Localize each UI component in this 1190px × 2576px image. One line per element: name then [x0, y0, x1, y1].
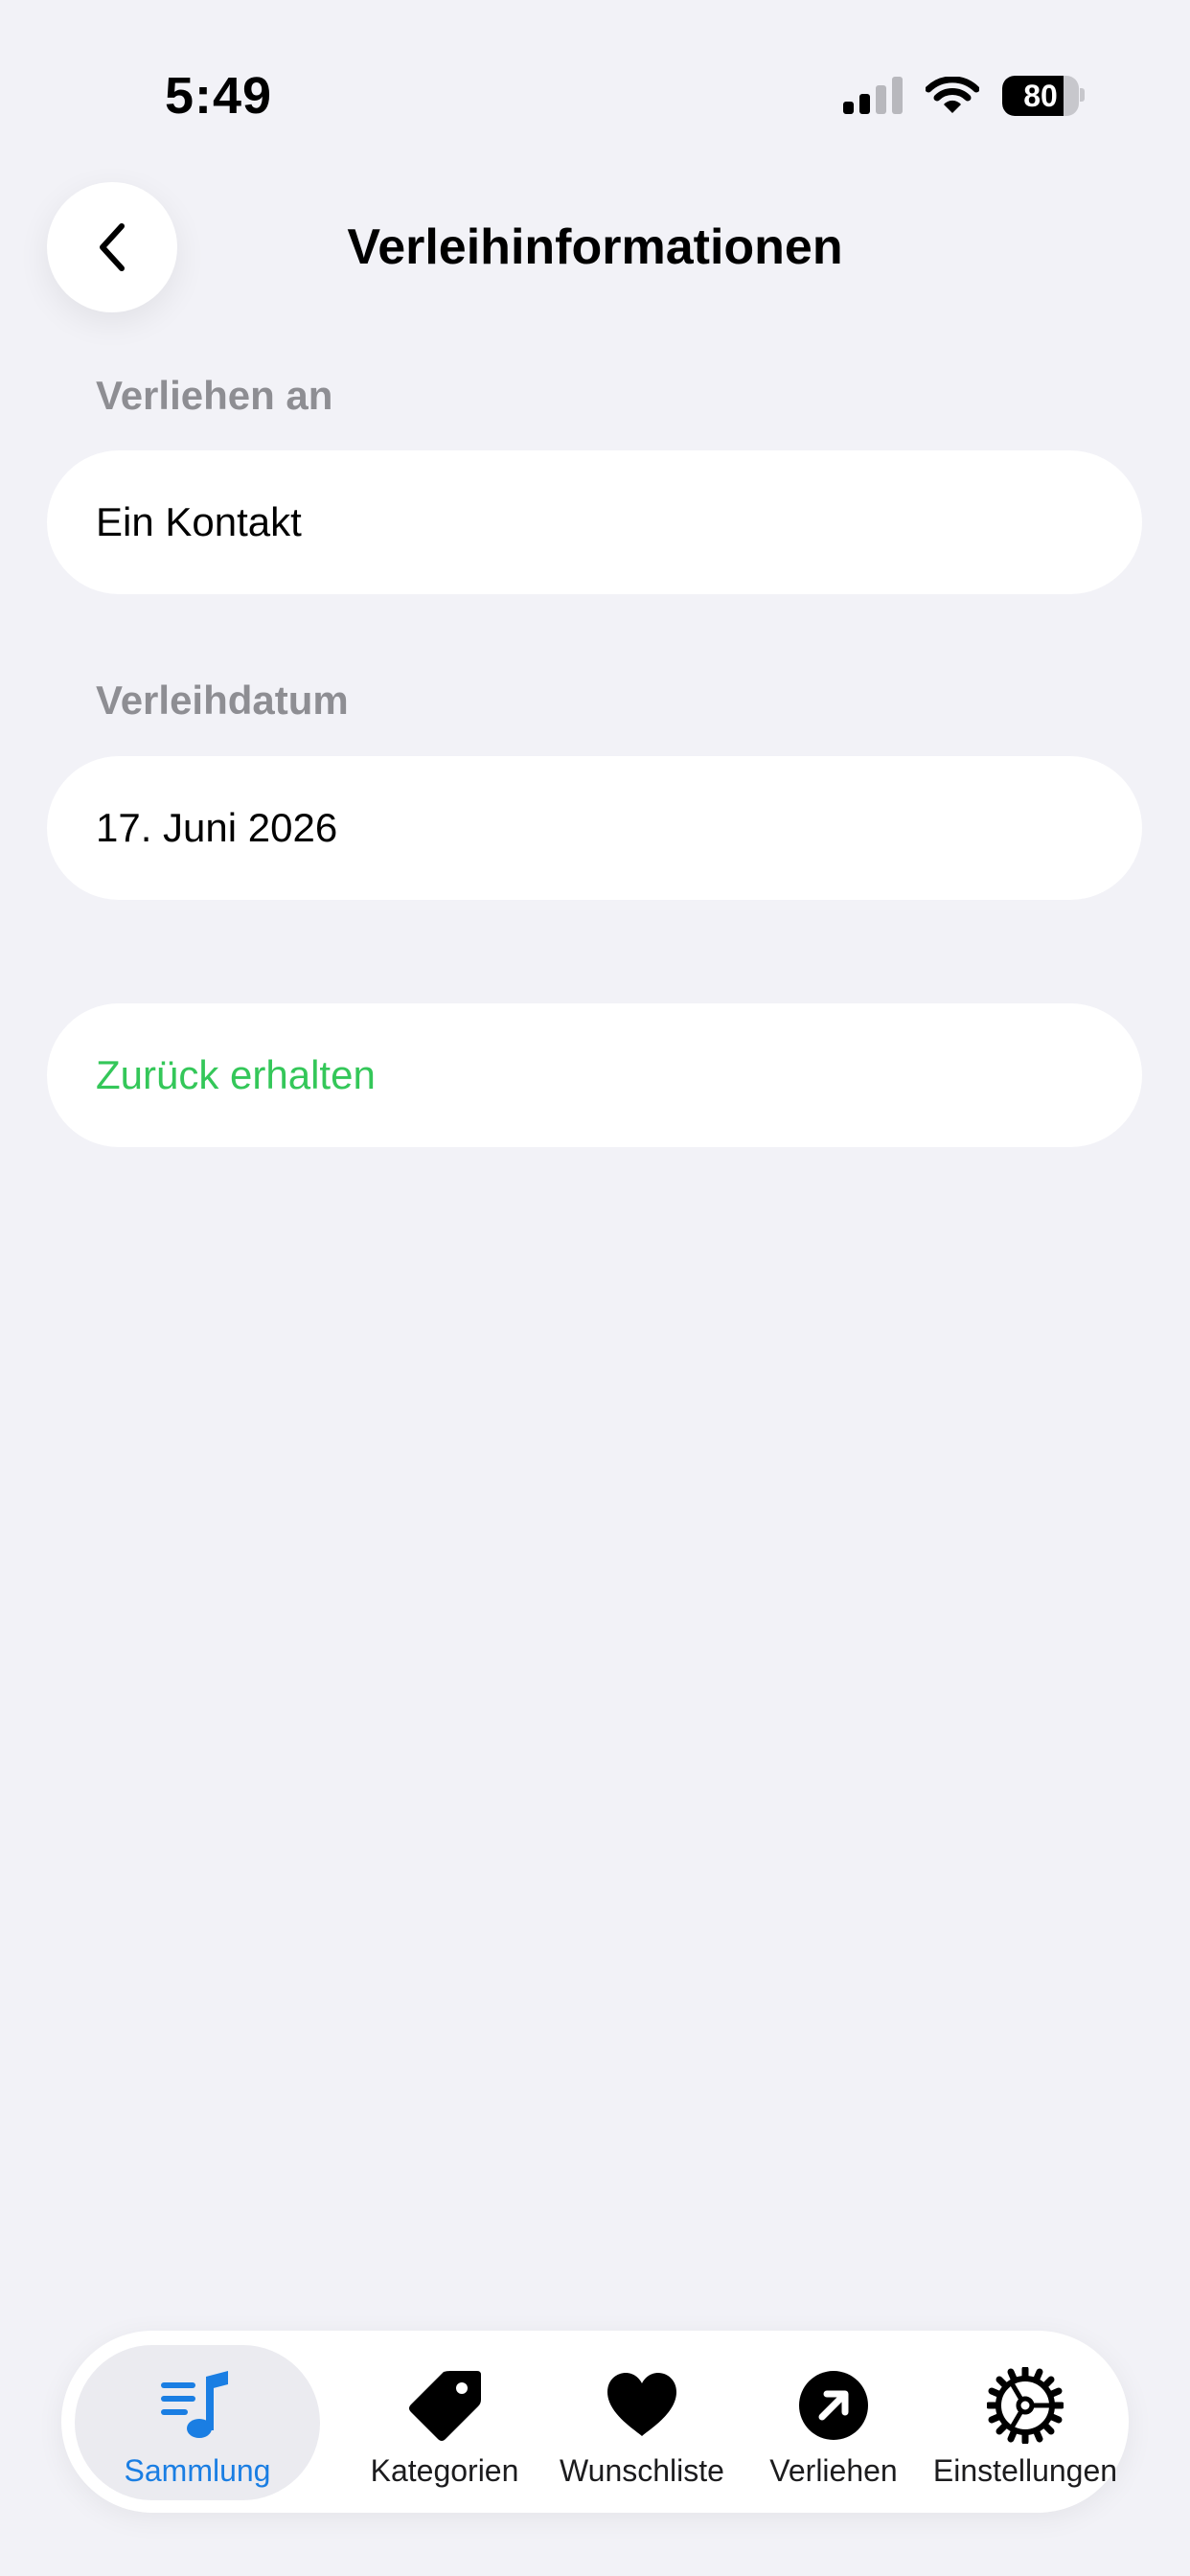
- battery-body: 80: [1002, 76, 1079, 116]
- return-button-label: Zurück erhalten: [96, 1052, 376, 1097]
- tab-sammlung[interactable]: Sammlung: [75, 2331, 320, 2513]
- tab-label: Einstellungen: [932, 2453, 1118, 2488]
- cellular-signal-icon: [843, 77, 903, 114]
- status-time: 5:49: [165, 67, 273, 125]
- gear-icon: [985, 2365, 1065, 2446]
- lend-date-label: Verleihdatum: [96, 678, 349, 723]
- battery-icon: 80: [1002, 75, 1085, 117]
- wifi-icon: [926, 77, 979, 113]
- page-title: Verleihinformationen: [347, 219, 843, 275]
- arrow-up-right-circle-icon: [793, 2365, 874, 2446]
- lent-to-field[interactable]: Ein Kontakt: [47, 450, 1142, 594]
- tab-label: Wunschliste: [560, 2453, 724, 2488]
- status-icons: 80: [843, 73, 1085, 119]
- music-list-icon: [157, 2365, 238, 2446]
- tab-label: Kategorien: [370, 2453, 519, 2488]
- battery-level: 80: [1023, 79, 1058, 113]
- tab-label: Sammlung: [124, 2453, 271, 2488]
- tab-bar: Sammlung Kategorien Wunschliste Verliehe…: [61, 2331, 1129, 2513]
- lend-date-field[interactable]: 17. Juni 2026: [47, 756, 1142, 900]
- lent-to-label: Verliehen an: [96, 373, 333, 418]
- lend-date-value: 17. Juni 2026: [96, 805, 338, 850]
- return-button[interactable]: Zurück erhalten: [47, 1003, 1142, 1147]
- tag-icon: [404, 2365, 485, 2446]
- tab-label: Verliehen: [769, 2453, 898, 2488]
- tab-einstellungen[interactable]: Einstellungen: [881, 2331, 1169, 2513]
- lent-to-value: Ein Kontakt: [96, 499, 302, 544]
- battery-cap: [1080, 88, 1085, 102]
- heart-icon: [602, 2365, 682, 2446]
